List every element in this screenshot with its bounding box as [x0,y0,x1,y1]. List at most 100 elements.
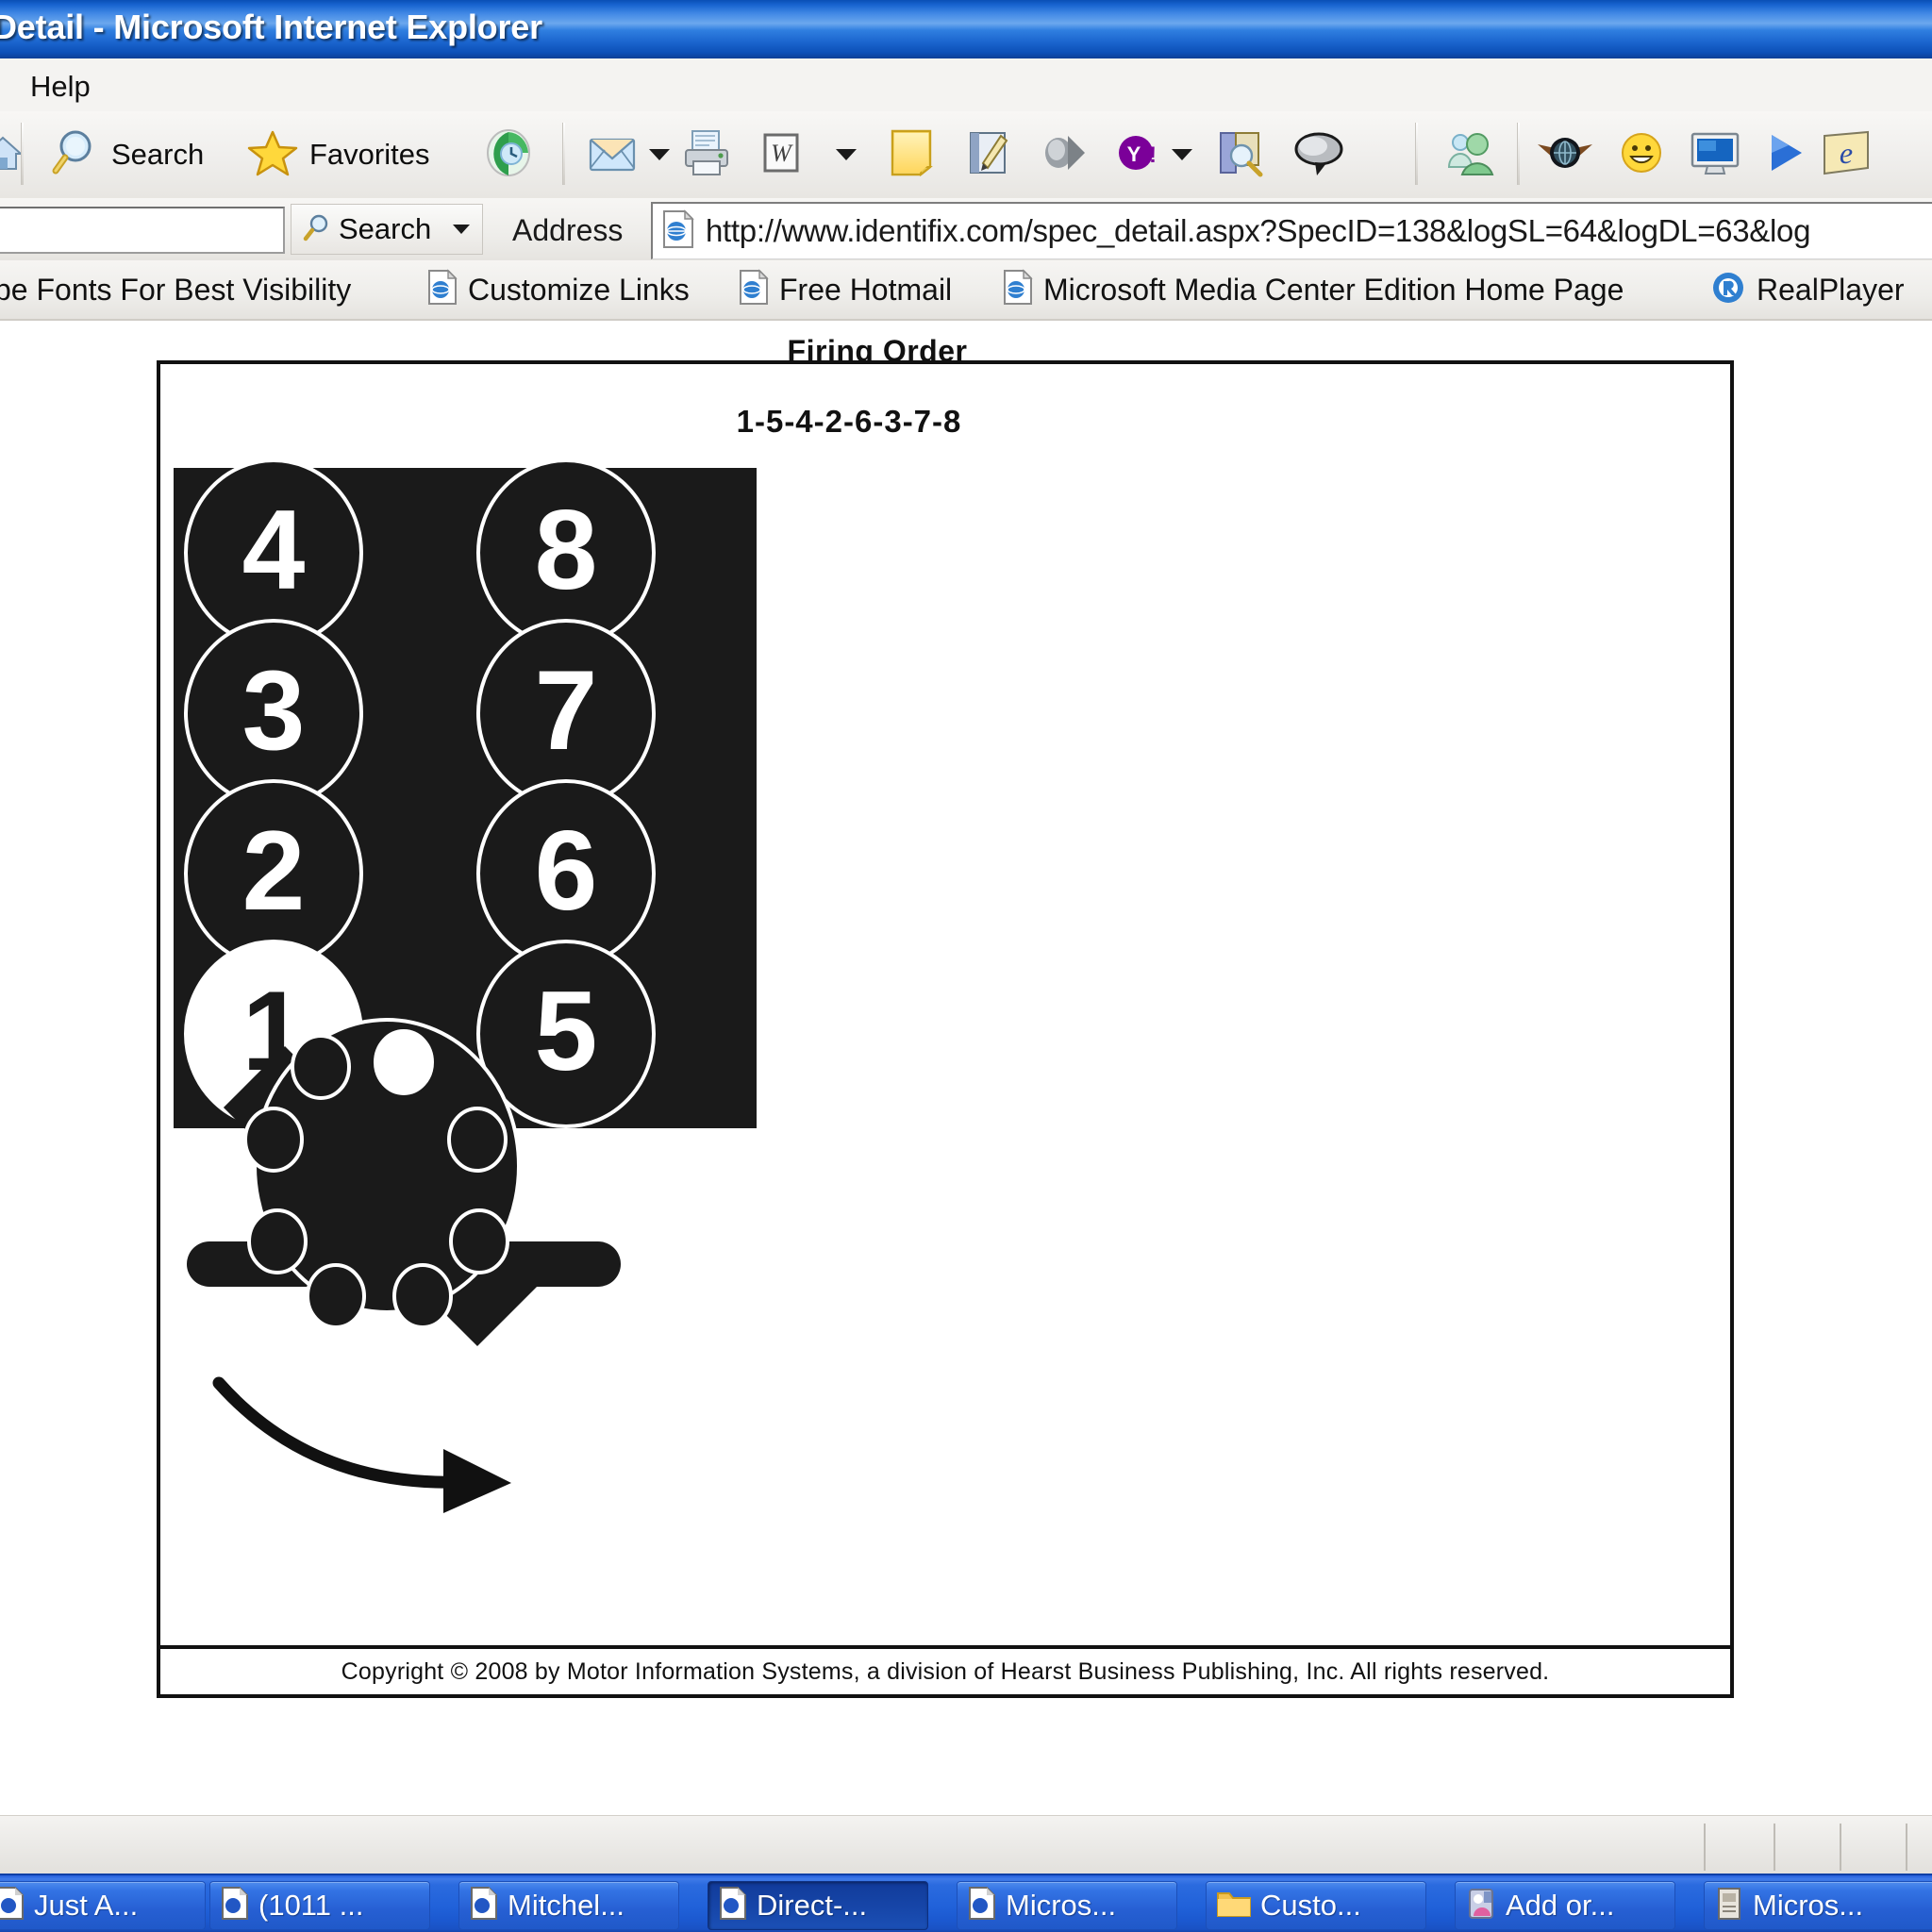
link-item-customize-links[interactable]: Customize Links [426,266,690,313]
taskbar-button-label: Just A... [34,1889,139,1922]
winged-globe-button[interactable] [1536,117,1594,192]
msn-contacts-icon [1441,125,1498,185]
cylinder-4: 4 [184,458,363,647]
smiley-button[interactable] [1615,117,1668,192]
search-button-label: Search [111,138,205,171]
links-bar: ype Fonts For Best Visibility Customize … [0,260,1932,321]
svg-text:e: e [1840,136,1853,170]
distributor-terminal [243,1107,304,1173]
smiley-icon [1615,126,1668,184]
add-remove-programs-icon [1465,1886,1497,1926]
taskbar: Just A... (1011 ... Mitchel... Direct-..… [0,1874,1932,1932]
ie-page-icon [0,1886,25,1926]
word-dropdown-caret[interactable] [836,149,857,160]
cylinder-6: 6 [476,779,656,968]
link-item-type-fonts[interactable]: ype Fonts For Best Visibility [0,266,351,313]
taskbar-button-add-or-remove[interactable]: Add or... [1455,1881,1675,1930]
mail-button[interactable] [585,117,670,192]
realplayer-icon [1709,269,1747,311]
taskbar-button-micros-1[interactable]: Micros... [957,1881,1177,1930]
search-input[interactable] [0,207,285,254]
taskbar-button-direct[interactable]: Direct-... [708,1881,928,1930]
search-button[interactable]: Search [45,117,204,192]
favorites-star-icon [243,124,302,187]
chevron-down-icon [453,225,470,234]
rotation-direction-arrow [212,1376,511,1513]
ie-page-icon [718,1886,748,1926]
msn-contacts-button[interactable] [1441,117,1498,192]
link-item-media-center-home[interactable]: Microsoft Media Center Edition Home Page [1002,266,1624,313]
svg-text:Y: Y [1127,142,1141,166]
ie-button[interactable]: e [1819,117,1874,192]
engine-diagram-svg: 4 3 2 1 8 7 6 5 [174,458,757,1513]
home-button[interactable] [0,117,28,192]
ie-page-icon [469,1886,499,1926]
taskbar-button-mitchell[interactable]: Mitchel... [458,1881,679,1930]
link-item-realplayer[interactable]: RealPlayer [1709,266,1905,313]
notes-button[interactable] [885,117,938,192]
monitor-button[interactable] [1687,117,1743,192]
distributor-terminal [247,1208,308,1274]
yahoo-search-tool-button[interactable] [1213,117,1268,192]
notes-icon [885,125,938,185]
status-bar [0,1815,1932,1874]
mail-icon [585,125,641,186]
cylinder-2: 2 [184,779,363,968]
page-content: Firing Order 1-5-4-2-6-3-7-8 4 3 2 1 8 7… [0,321,1932,1815]
media-play-icon [1036,126,1091,184]
menu-item-help[interactable]: Help [30,70,91,104]
taskbar-button-micros-2[interactable]: Micros... [1704,1881,1932,1930]
history-button[interactable] [479,117,538,192]
messenger-button[interactable] [1291,117,1347,192]
taskbar-button-just-a[interactable]: Just A... [0,1881,206,1930]
svg-text:2: 2 [242,808,306,934]
status-divider [1774,1824,1775,1871]
link-item-free-hotmail[interactable]: Free Hotmail [738,266,952,313]
svg-text:7: 7 [535,647,598,774]
taskbar-button-label: Micros... [1006,1889,1117,1922]
cylinder-3: 3 [184,619,363,808]
print-button[interactable] [677,117,736,192]
address-input[interactable]: http://www.identifix.com/spec_detail.asp… [651,202,1932,259]
distributor-terminal-1-highlighted [374,1029,434,1095]
edit-page-button[interactable] [962,117,1015,192]
media-button[interactable] [1036,117,1091,192]
yahoo-dropdown-caret[interactable] [1172,149,1192,160]
svg-text:!: ! [1149,142,1157,168]
taskbar-button-label: Micros... [1753,1889,1864,1922]
yahoo-search-tool-icon [1213,125,1268,185]
ie-page-icon [738,268,770,311]
ie-page-icon [426,268,458,311]
taskbar-button-label: Mitchel... [508,1889,625,1922]
cylinder-7: 7 [476,619,656,808]
address-url-text: http://www.identifix.com/spec_detail.asp… [706,213,1811,248]
copyright-strip: Copyright © 2008 by Motor Information Sy… [160,1645,1730,1694]
winged-globe-icon [1536,127,1594,183]
distributor-terminal [447,1107,508,1173]
search-provider-dropdown[interactable] [441,204,483,255]
window-title-bar[interactable]: Detail - Microsoft Internet Explorer [0,0,1932,58]
favorites-button[interactable]: Favorites [243,117,429,192]
blue-arrow-button[interactable] [1760,117,1807,192]
browser-toolbar: Search Favorites W Y ! e [0,111,1932,199]
yahoo-toolbar-button[interactable]: Y ! [1111,117,1192,192]
window-title: Detail - Microsoft Internet Explorer [0,8,542,46]
taskbar-button-custo[interactable]: Custo... [1206,1881,1426,1930]
menu-bar: Help [0,58,1932,112]
browser-window: Detail - Microsoft Internet Explorer Hel… [0,0,1932,1932]
mail-dropdown-caret[interactable] [649,149,670,160]
firing-order-diagram: 1-5-4-2-6-3-7-8 4 3 2 1 8 7 6 5 Copyrigh… [157,360,1734,1698]
go-search-button[interactable]: Search [291,204,442,255]
svg-text:4: 4 [242,487,306,613]
home-icon [0,127,28,183]
link-label: Free Hotmail [779,272,953,307]
svg-text:6: 6 [535,808,598,934]
cylinder-8: 8 [476,458,656,647]
distributor-terminal [306,1263,366,1329]
copyright-text: Copyright © 2008 by Motor Information Sy… [341,1657,1550,1685]
folder-icon [1216,1888,1252,1924]
edit-with-word-button[interactable]: W [755,117,857,192]
status-divider [1906,1824,1907,1871]
yahoo-icon: Y ! [1111,126,1164,184]
taskbar-button-1011[interactable]: (1011 ... [209,1881,430,1930]
